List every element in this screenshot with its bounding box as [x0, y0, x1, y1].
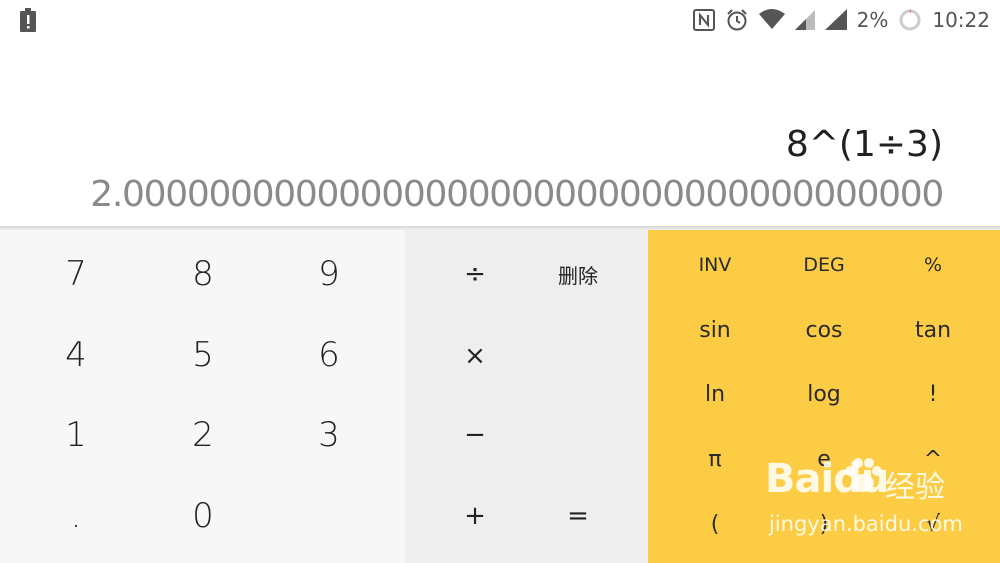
advanced-pad: INV DEG % sin cos tan ln log ! π e ^ ( )… [648, 230, 1000, 563]
sqrt-button[interactable]: √ [878, 492, 988, 556]
wifi-icon [758, 9, 785, 29]
battery-percent: 2% [856, 8, 889, 32]
status-bar: 2% 10:22 [0, 0, 1000, 40]
deg-button[interactable]: DEG [769, 233, 879, 297]
divide-button[interactable]: ÷ [420, 234, 530, 314]
log-button[interactable]: log [769, 362, 879, 426]
inv-button[interactable]: INV [660, 233, 770, 297]
close-paren-button[interactable]: ) [769, 492, 879, 556]
delete-button[interactable]: 删除 [523, 234, 633, 314]
result-text[interactable]: 2.00000000000000000000000000000000000000 [90, 174, 944, 215]
signal-icon [794, 10, 815, 30]
decimal-point-button[interactable]: . [13, 476, 139, 556]
number-pad: 7 8 9 4 5 6 1 2 3 . 0 [0, 230, 405, 563]
cos-button[interactable]: cos [769, 298, 879, 362]
digit-1-button[interactable]: 1 [13, 395, 139, 475]
tan-button[interactable]: tan [878, 298, 988, 362]
operator-pad: ÷ 删除 × − + = [405, 230, 648, 563]
multiply-button[interactable]: × [420, 316, 530, 396]
calculator-display: 8^(1÷3) 2.000000000000000000000000000000… [0, 40, 1000, 228]
open-paren-button[interactable]: ( [660, 492, 770, 556]
alarm-icon [726, 9, 747, 31]
equals-button[interactable]: = [523, 476, 633, 556]
digit-8-button[interactable]: 8 [140, 234, 266, 314]
sin-button[interactable]: sin [660, 298, 770, 362]
clock: 10:22 [932, 8, 990, 32]
digit-9-button[interactable]: 9 [266, 234, 392, 314]
factorial-button[interactable]: ! [878, 362, 988, 426]
plus-button[interactable]: + [420, 476, 530, 556]
power-button[interactable]: ^ [878, 427, 988, 491]
digit-4-button[interactable]: 4 [13, 315, 139, 395]
percent-button[interactable]: % [878, 233, 988, 297]
battery-ring-icon [899, 9, 921, 31]
nfc-icon [692, 9, 715, 31]
digit-7-button[interactable]: 7 [13, 234, 139, 314]
ln-button[interactable]: ln [660, 362, 770, 426]
pi-button[interactable]: π [660, 427, 770, 491]
digit-6-button[interactable]: 6 [266, 315, 392, 395]
digit-5-button[interactable]: 5 [140, 315, 266, 395]
digit-3-button[interactable]: 3 [266, 395, 392, 475]
digit-2-button[interactable]: 2 [140, 395, 266, 475]
formula-text[interactable]: 8^(1÷3) [786, 124, 943, 165]
signal-icon [824, 9, 847, 30]
battery-alert-icon [20, 8, 36, 32]
digit-0-button[interactable]: 0 [140, 476, 266, 556]
euler-e-button[interactable]: e [769, 427, 879, 491]
status-icons: 2% 10:22 [692, 6, 990, 34]
minus-button[interactable]: − [420, 395, 530, 475]
